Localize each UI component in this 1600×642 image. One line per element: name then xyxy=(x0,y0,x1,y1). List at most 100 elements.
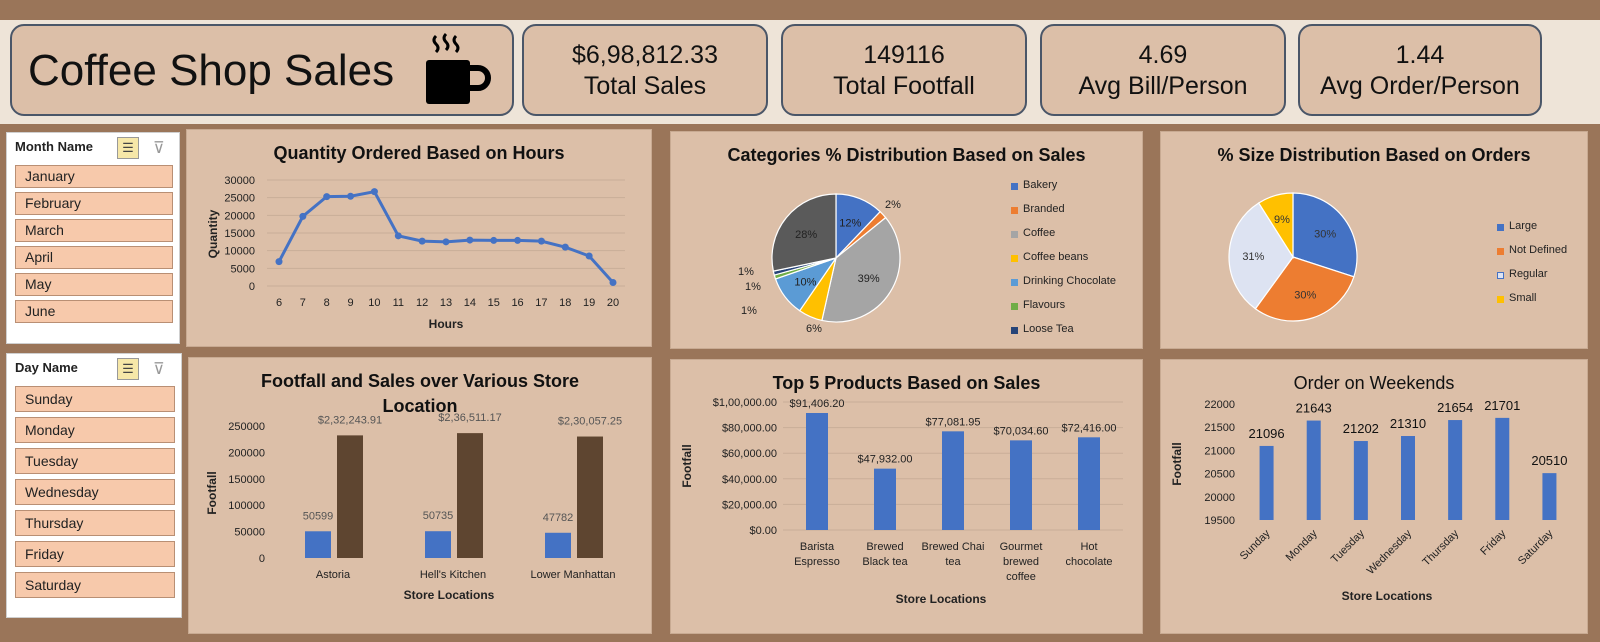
x-tick-label: 16 xyxy=(511,297,523,309)
categories-legend: Bakery Branded Coffee Coffee beans Drinking … xyxy=(1011,179,1116,347)
x-tick-label: chocolate xyxy=(1065,556,1112,568)
data-point xyxy=(394,232,402,240)
x-tick-label: Astoria xyxy=(316,569,351,581)
pie-data-label: 30% xyxy=(1314,229,1336,241)
slicer-item-thursday[interactable]: Thursday xyxy=(15,510,175,536)
x-tick-label: 8 xyxy=(324,297,330,309)
slicer-item-february[interactable]: February xyxy=(15,192,173,215)
legend-label: Bakery xyxy=(1023,179,1058,191)
footfall-sales-panel: Footfall and Sales over Various Store Lo… xyxy=(188,357,652,634)
kpi-total-sales: $6,98,812.33 Total Sales xyxy=(522,24,768,116)
bar-data-label: $91,406.20 xyxy=(789,398,844,410)
slicer-item-march[interactable]: March xyxy=(15,219,173,242)
legend-item: Regular xyxy=(1497,268,1567,292)
x-tick-label: Lower Manhattan xyxy=(531,569,616,581)
x-tick-label: 12 xyxy=(416,297,428,309)
legend-item: Bakery xyxy=(1011,179,1116,203)
kpi-value: $6,98,812.33 xyxy=(572,41,718,69)
pie-data-label: 1% xyxy=(738,266,754,278)
bar-data-label: $70,034.60 xyxy=(993,425,1048,437)
data-point xyxy=(537,237,545,245)
data-point xyxy=(514,236,522,244)
y-tick-label: 20500 xyxy=(1204,469,1235,481)
weekend-orders-chart: 19500 20000 20500 21000 21500 22000 21096 Sunda… xyxy=(1170,398,1568,603)
multi-select-icon[interactable]: ☰ xyxy=(117,358,139,380)
y-tick-label: 0 xyxy=(249,281,255,293)
data-point xyxy=(585,252,593,260)
hours-line-chart: 0 5000 10000 15000 20000 25000 30000 6 7 8 9 10 11 12… xyxy=(206,175,625,331)
clear-filter-icon[interactable]: ⊽ xyxy=(153,138,165,158)
data-point xyxy=(323,193,331,201)
x-tick-label: Barista xyxy=(800,541,835,553)
data-point xyxy=(561,243,569,251)
x-tick-label: 6 xyxy=(276,297,282,309)
top-products-panel: Top 5 Products Based on Sales $0.00 $20,0… xyxy=(670,359,1143,634)
bar-data-label: $2,32,243.91 xyxy=(318,414,382,426)
y-tick-label: 0 xyxy=(259,553,265,565)
y-tick-label: 50000 xyxy=(234,527,265,539)
slicer-item-may[interactable]: May xyxy=(15,273,173,296)
x-tick-label: Hot xyxy=(1080,541,1097,553)
slicer-item-april[interactable]: April xyxy=(15,246,173,269)
x-tick-label: Black tea xyxy=(862,556,908,568)
slicer-item-tuesday[interactable]: Tuesday xyxy=(15,448,175,474)
slicer-item-sunday[interactable]: Sunday xyxy=(15,386,175,412)
slicer-item-saturday[interactable]: Saturday xyxy=(15,572,175,598)
x-tick-label: Monday xyxy=(1284,527,1321,564)
legend-label: Not Defined xyxy=(1509,244,1568,256)
size-pie-panel: % Size Distribution Based on Orders 30% 3… xyxy=(1160,131,1588,349)
bar-data-label: $2,30,057.25 xyxy=(558,416,622,428)
kpi-value: 149116 xyxy=(863,41,945,69)
multi-select-icon[interactable]: ☰ xyxy=(117,137,139,159)
bar xyxy=(1259,445,1274,520)
slicer-item-friday[interactable]: Friday xyxy=(15,541,175,567)
bar xyxy=(1353,441,1368,520)
bar xyxy=(874,468,896,530)
kpi-label: Total Footfall xyxy=(833,72,975,100)
y-tick-label: 200000 xyxy=(228,447,265,459)
y-tick-label: $60,000.00 xyxy=(722,448,777,460)
weekend-orders-panel: Order on Weekends 19500 20000 20500 21000 21… xyxy=(1160,359,1588,634)
x-tick-label: Thursday xyxy=(1420,527,1461,568)
slicer-item-june[interactable]: June xyxy=(15,300,173,323)
data-point xyxy=(490,236,498,244)
coffee-cup-icon xyxy=(426,32,491,104)
y-tick-label: 19500 xyxy=(1204,515,1235,527)
y-axis-label: Footfall xyxy=(205,471,219,514)
x-tick-label: 10 xyxy=(368,297,380,309)
x-tick-label: 18 xyxy=(559,297,571,309)
pie-data-label: 2% xyxy=(885,199,901,211)
bar xyxy=(1010,440,1032,530)
bar xyxy=(806,413,828,530)
slicer-item-monday[interactable]: Monday xyxy=(15,417,175,443)
legend-swatch xyxy=(1011,303,1018,310)
bar xyxy=(577,436,603,558)
slicer-item-january[interactable]: January xyxy=(15,165,173,188)
legend-item: Not Defined xyxy=(1497,244,1567,268)
x-axis-label: Store Locations xyxy=(896,592,987,606)
legend-swatch xyxy=(1497,296,1504,303)
legend-swatch xyxy=(1011,327,1018,334)
x-tick-label: 15 xyxy=(488,297,500,309)
x-tick-label: 9 xyxy=(348,297,354,309)
x-tick-label: 20 xyxy=(607,297,619,309)
y-tick-label: 100000 xyxy=(228,500,265,512)
x-tick-label: Wednesday xyxy=(1365,527,1415,577)
x-tick-label: Sunday xyxy=(1238,527,1273,562)
clear-filter-icon[interactable]: ⊽ xyxy=(153,359,165,379)
pie-data-label: 31% xyxy=(1242,251,1264,263)
day-slicer: Day Name ☰ ⊽ Sunday Monday Tuesday Wedne… xyxy=(6,353,182,618)
slicer-header: Day Name xyxy=(15,360,78,375)
bar-data-label: $47,932.00 xyxy=(857,454,912,466)
y-tick-label: 250000 xyxy=(228,421,265,433)
y-tick-label: $0.00 xyxy=(749,525,777,537)
x-tick-label: brewed xyxy=(1003,556,1039,568)
x-tick-label: 7 xyxy=(300,297,306,309)
x-tick-label: Espresso xyxy=(794,556,840,568)
legend-label: Coffee xyxy=(1023,227,1056,239)
legend-swatch xyxy=(1497,272,1504,279)
data-point xyxy=(299,212,307,220)
legend-item: Loose Tea xyxy=(1011,323,1116,347)
slicer-item-wednesday[interactable]: Wednesday xyxy=(15,479,175,505)
legend-swatch xyxy=(1497,248,1504,255)
